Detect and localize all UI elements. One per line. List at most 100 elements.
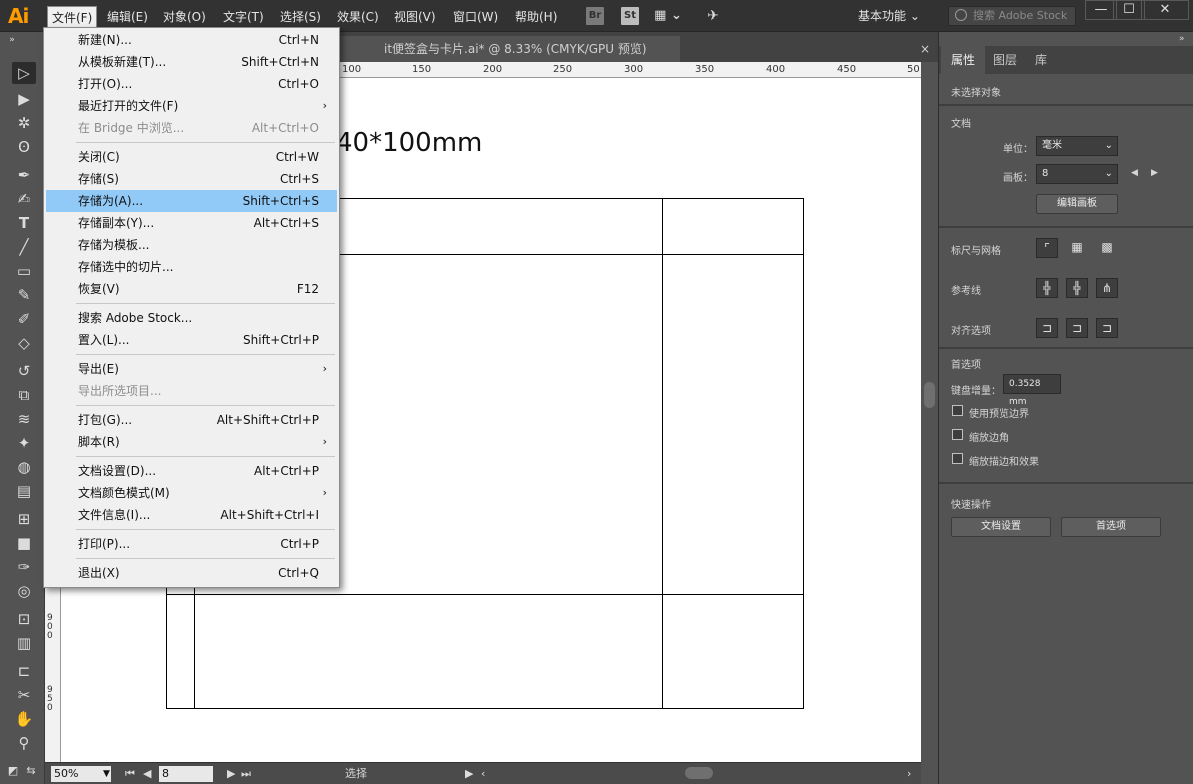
menu-view[interactable]: 视图(V) [390,7,440,27]
chevron-down-icon[interactable]: ▼ [103,766,110,782]
tab-properties[interactable]: 属性 [941,46,986,74]
direct-selection-tool-icon[interactable]: ▶ [12,88,36,110]
previous-artboard-icon[interactable]: ◀ [143,766,151,782]
menu-item-save-as[interactable]: 存储为(A)... Shift+Ctrl+S [46,190,337,212]
menu-item-search-adobe-stock[interactable]: 搜索 Adobe Stock... [46,307,337,329]
menu-item-exit[interactable]: 退出(X) Ctrl+Q [46,562,337,584]
fill-stroke-icon[interactable]: ◩ [4,760,22,782]
bridge-icon[interactable]: Br [586,7,604,25]
scale-tool-icon[interactable]: ⧉ [12,384,36,406]
scroll-left-icon[interactable]: ‹ [481,766,485,782]
adobe-stock-search-input[interactable]: 搜索 Adobe Stock [948,6,1076,26]
zoom-tool-icon[interactable]: ⚲ [12,732,36,754]
pen-tool-icon[interactable]: ✒ [12,164,36,186]
type-tool-icon[interactable]: T [12,212,36,234]
artwork-line[interactable] [166,594,804,595]
use-preview-bounds-checkbox[interactable] [952,405,963,416]
menu-edit[interactable]: 编辑(E) [103,7,152,27]
status-menu-arrow-icon[interactable]: ▶ [465,766,473,782]
menu-item-print[interactable]: 打印(P)... Ctrl+P [46,533,337,555]
menu-object[interactable]: 对象(O) [159,7,210,27]
menu-item-scripts[interactable]: 脚本(R) › [46,431,337,453]
document-setup-button[interactable]: 文档设置 [951,517,1051,537]
menu-item-place[interactable]: 置入(L)... Shift+Ctrl+P [46,329,337,351]
selection-tool-icon[interactable]: ▷ [12,62,36,84]
lasso-tool-icon[interactable]: ʘ [12,136,36,158]
artwork-line[interactable] [166,708,804,709]
eyedropper-tool-icon[interactable]: ✑ [12,556,36,578]
scroll-right-icon[interactable]: › [907,766,911,782]
arrange-documents-icon[interactable]: ▦ ⌄ [654,7,682,25]
perspective-grid-tool-icon[interactable]: ▤ [12,480,36,502]
rectangle-tool-icon[interactable]: ▭ [12,260,36,282]
swap-fill-stroke-icon[interactable]: ⇆ [22,760,40,782]
scale-corners-checkbox[interactable] [952,429,963,440]
next-artboard-icon[interactable]: ▶ [1151,168,1158,178]
curvature-tool-icon[interactable]: ✍ [12,188,36,210]
menu-type[interactable]: 文字(T) [219,7,268,27]
hand-tool-icon[interactable]: ✋ [12,708,36,730]
menu-item-save[interactable]: 存储(S) Ctrl+S [46,168,337,190]
previous-artboard-icon[interactable]: ◀ [1131,168,1138,178]
ruler-toggle-icon[interactable]: ⌜ [1036,238,1058,258]
menu-item-save-as-template[interactable]: 存储为模板... [46,234,337,256]
show-guides-icon[interactable]: ╬ [1036,278,1058,298]
artwork-line[interactable] [662,198,663,708]
menu-item-package[interactable]: 打包(G)... Alt+Shift+Ctrl+P [46,409,337,431]
menu-item-file-info[interactable]: 文件信息(I)... Alt+Shift+Ctrl+I [46,504,337,526]
column-graph-tool-icon[interactable]: ▥ [12,632,36,654]
collapse-tools-icon[interactable]: » [6,34,18,46]
artboard-tool-icon[interactable]: ⊏ [12,660,36,682]
snap-to-point-icon[interactable]: ⊐ [1036,318,1058,338]
edit-artboards-button[interactable]: 编辑画板 [1036,194,1118,214]
smart-guides-icon[interactable]: ⋔ [1096,278,1118,298]
menu-item-open-recent[interactable]: 最近打开的文件(F) › [46,95,337,117]
menu-select[interactable]: 选择(S) [276,7,325,27]
grid-toggle-icon[interactable]: ▦ [1066,238,1088,258]
transparency-grid-icon[interactable]: ▩ [1096,238,1118,258]
menu-item-open[interactable]: 打开(O)... Ctrl+O [46,73,337,95]
mesh-tool-icon[interactable]: ⊞ [12,508,36,530]
menu-effect[interactable]: 效果(C) [333,7,383,27]
paintbrush-tool-icon[interactable]: ✎ [12,284,36,306]
menu-item-new-from-template[interactable]: 从模板新建(T)... Shift+Ctrl+N [46,51,337,73]
menu-item-export[interactable]: 导出(E) › [46,358,337,380]
artboard-number-field[interactable]: 8 [159,766,213,782]
scale-strokes-checkbox[interactable] [952,453,963,464]
zoom-level-field[interactable]: 50% [51,766,111,782]
gradient-tool-icon[interactable]: ■ [12,532,36,554]
first-artboard-icon[interactable]: ⏮ [125,766,135,782]
horizontal-scroll-thumb[interactable] [685,767,713,779]
menu-help[interactable]: 帮助(H) [511,7,561,27]
menu-item-document-color-mode[interactable]: 文档颜色模式(M) › [46,482,337,504]
menu-file[interactable]: 文件(F) [47,6,98,28]
stock-icon[interactable]: St [621,7,639,25]
close-tab-icon[interactable]: × [920,36,930,62]
last-artboard-icon[interactable]: ⏭ [241,766,251,782]
eraser-tool-icon[interactable]: ◇ [12,332,36,354]
collapse-panel-icon[interactable]: » [1179,34,1185,44]
units-select[interactable]: 毫米 ⌄ [1036,136,1118,156]
menu-item-save-selected-slices[interactable]: 存储选中的切片... [46,256,337,278]
tab-layers[interactable]: 图层 [983,46,1027,74]
artboard-select[interactable]: 8 ⌄ [1036,164,1118,184]
snap-to-glyph-icon[interactable]: ⊐ [1096,318,1118,338]
line-tool-icon[interactable]: ╱ [12,236,36,258]
artwork-line[interactable] [803,198,804,708]
vertical-scrollbar[interactable] [921,62,938,762]
tab-libraries[interactable]: 库 [1025,46,1057,74]
symbol-sprayer-tool-icon[interactable]: ⊡ [12,608,36,630]
menu-item-new[interactable]: 新建(N)... Ctrl+N [46,29,337,51]
puppet-warp-tool-icon[interactable]: ✦ [12,432,36,454]
menu-item-revert[interactable]: 恢复(V) F12 [46,278,337,300]
slice-tool-icon[interactable]: ✂ [12,684,36,706]
blend-tool-icon[interactable]: ◎ [12,580,36,602]
rotate-tool-icon[interactable]: ↺ [12,360,36,382]
shape-builder-tool-icon[interactable]: ◍ [12,456,36,478]
width-tool-icon[interactable]: ≋ [12,408,36,430]
vertical-scroll-thumb[interactable] [924,382,935,408]
next-artboard-icon[interactable]: ▶ [227,766,235,782]
menu-item-document-setup[interactable]: 文档设置(D)... Alt+Ctrl+P [46,460,337,482]
menu-item-save-a-copy[interactable]: 存储副本(Y)... Alt+Ctrl+S [46,212,337,234]
workspace-switcher[interactable]: 基本功能 ⌄ [858,7,920,24]
